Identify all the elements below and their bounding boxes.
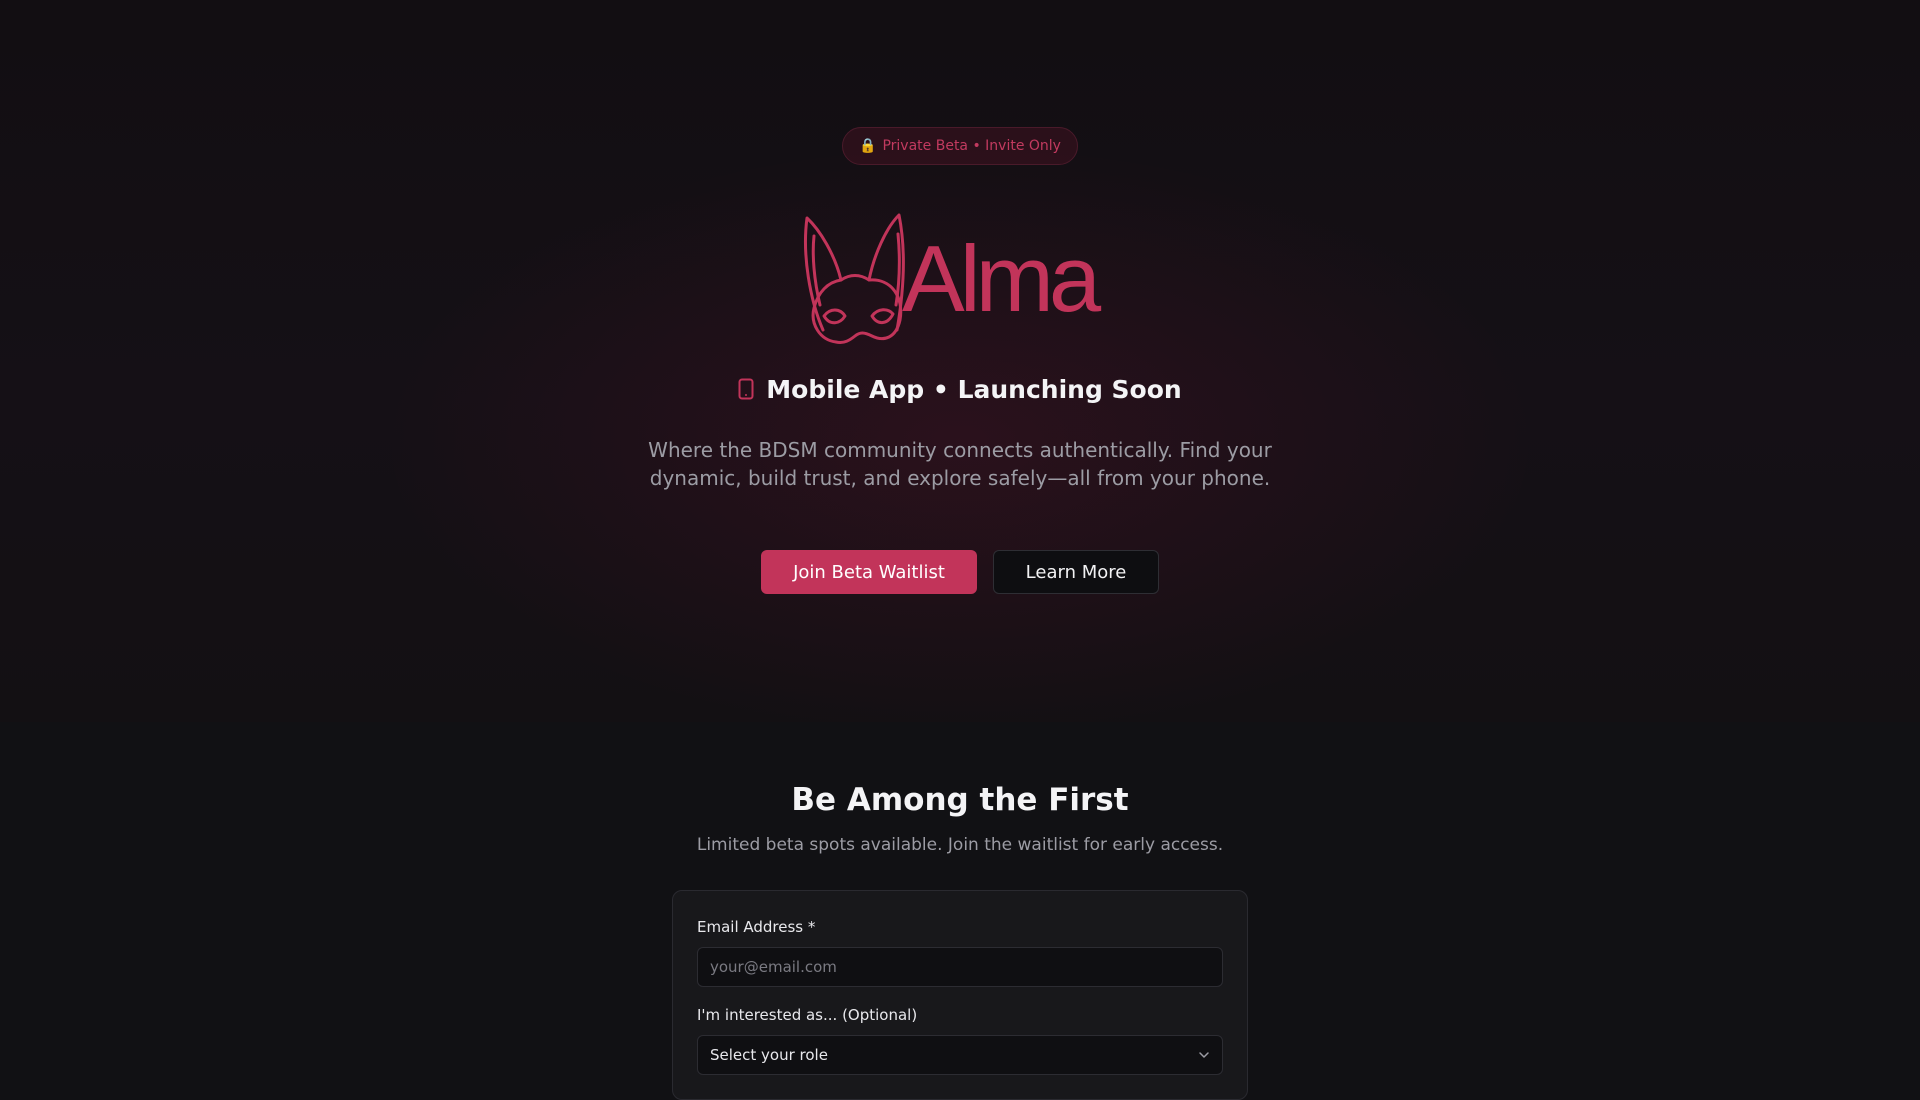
beta-badge-text: Private Beta • Invite Only xyxy=(882,138,1061,154)
waitlist-title: Be Among the First xyxy=(791,782,1129,818)
waitlist-form: Email Address * I'm interested as... (Op… xyxy=(672,890,1248,1100)
lock-icon: 🔒 xyxy=(859,138,877,154)
waitlist-subtitle: Limited beta spots available. Join the w… xyxy=(696,835,1224,855)
hero-section: 🔒 Private Beta • Invite Only Alma Mobile… xyxy=(0,0,1920,722)
beta-badge: 🔒 Private Beta • Invite Only xyxy=(842,127,1078,165)
email-label: Email Address * xyxy=(697,918,816,936)
join-beta-waitlist-button[interactable]: Join Beta Waitlist xyxy=(761,550,977,594)
role-select[interactable]: Select your role xyxy=(697,1035,1223,1075)
learn-more-button[interactable]: Learn More xyxy=(993,550,1159,594)
tagline-text: Mobile App • Launching Soon xyxy=(766,374,1182,404)
role-label: I'm interested as... (Optional) xyxy=(697,1006,918,1024)
hero-description: Where the BDSM community connects authen… xyxy=(648,438,1272,490)
email-field[interactable] xyxy=(697,947,1223,987)
brand-wordmark: Alma xyxy=(902,226,1101,331)
chevron-down-icon xyxy=(1199,1052,1209,1058)
launch-tagline: Mobile App • Launching Soon xyxy=(0,372,1920,406)
role-select-value: Select your role xyxy=(710,1046,828,1064)
smartphone-icon xyxy=(738,378,754,400)
